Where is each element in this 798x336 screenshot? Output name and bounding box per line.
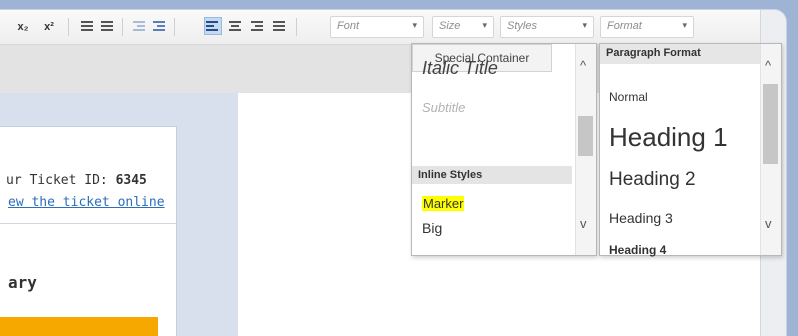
styles-panel-scrollbar[interactable]: ^ v (575, 44, 596, 255)
scroll-thumb[interactable] (578, 116, 593, 156)
chevron-down-icon: ▾ (582, 20, 587, 30)
paragraph-format-header: Paragraph Format (600, 44, 762, 64)
ticket-id-value: 6345 (115, 173, 147, 188)
ticket-id-line: ur Ticket ID: 6345 (6, 173, 147, 188)
subscript-button[interactable]: x₂ (12, 18, 34, 36)
style-big[interactable]: Big (422, 220, 442, 236)
format-panel-scrollbar[interactable]: ^ v (760, 44, 781, 255)
format-heading-4[interactable]: Heading 4 (609, 243, 666, 257)
email-content-card: ur Ticket ID: 6345 ew the ticket online … (0, 126, 177, 336)
format-normal[interactable]: Normal (609, 90, 648, 104)
superscript-button[interactable]: x² (38, 18, 60, 36)
styles-dropdown-panel: Italic Title Subtitle Special Container … (411, 43, 597, 256)
scroll-down-icon[interactable]: v (765, 216, 772, 231)
inline-styles-header: Inline Styles (412, 166, 572, 184)
font-combo-label: Font (337, 20, 360, 32)
font-combo[interactable]: Font ▾ (330, 16, 424, 38)
chevron-down-icon: ▾ (682, 20, 687, 30)
align-right-icon[interactable] (250, 19, 264, 33)
styles-combo[interactable]: Styles ▾ (500, 16, 594, 38)
ticket-id-prefix: ur Ticket ID: (6, 173, 116, 188)
indent-icon[interactable] (152, 19, 166, 33)
editor-window: x₂ x² Font ▾ Size ▾ Styles ▾ Format ▾ ur… (0, 10, 786, 336)
format-heading-2[interactable]: Heading 2 (609, 169, 696, 191)
editor-toolbar: x₂ x² Font ▾ Size ▾ Styles ▾ Format ▾ (0, 10, 760, 45)
align-center-icon[interactable] (228, 19, 242, 33)
size-combo-label: Size (439, 20, 461, 32)
bulleted-list-icon[interactable] (100, 19, 114, 33)
scroll-up-icon[interactable]: ^ (765, 58, 771, 73)
format-heading-3[interactable]: Heading 3 (609, 210, 673, 226)
scroll-down-icon[interactable]: v (580, 216, 587, 231)
view-ticket-link[interactable]: ew the ticket online (8, 195, 165, 210)
scroll-thumb[interactable] (763, 84, 778, 164)
orange-banner (0, 317, 158, 336)
style-subtitle[interactable]: Subtitle (422, 100, 465, 115)
numbered-list-icon[interactable] (80, 19, 94, 33)
chevron-down-icon: ▾ (412, 20, 417, 30)
style-marker[interactable]: Marker (422, 196, 465, 211)
size-combo[interactable]: Size ▾ (432, 16, 494, 38)
styles-combo-label: Styles (507, 20, 537, 32)
summary-heading: ary (8, 273, 37, 292)
format-dropdown-panel: Paragraph Format Normal Heading 1 Headin… (599, 43, 782, 257)
align-justify-icon[interactable] (272, 19, 286, 33)
scroll-up-icon[interactable]: ^ (580, 58, 586, 73)
divider (0, 223, 176, 224)
chevron-down-icon: ▾ (482, 20, 487, 30)
align-left-icon[interactable] (204, 17, 222, 35)
format-combo-label: Format (607, 20, 642, 32)
format-heading-1[interactable]: Heading 1 (609, 122, 728, 153)
style-italic-title[interactable]: Italic Title (422, 58, 498, 79)
format-combo[interactable]: Format ▾ (600, 16, 694, 38)
outdent-icon[interactable] (132, 19, 146, 33)
